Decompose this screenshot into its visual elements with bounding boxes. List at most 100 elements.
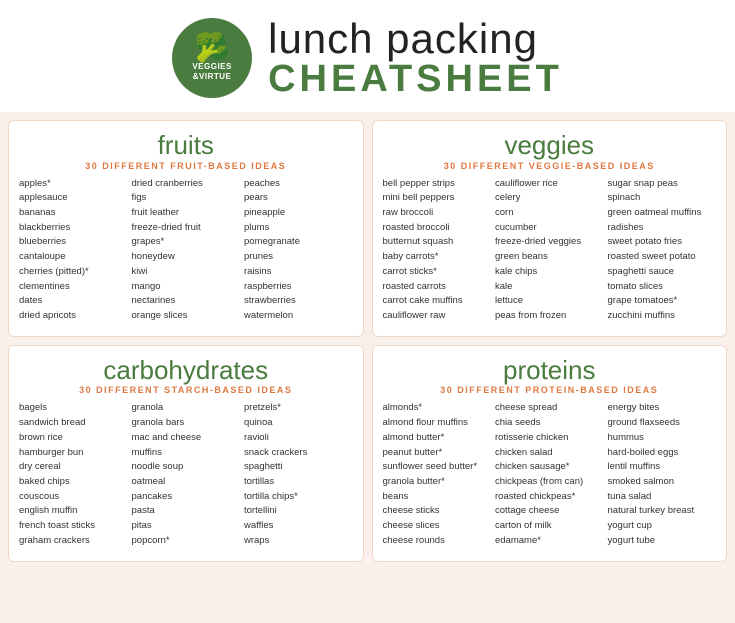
list-item: oatmeal bbox=[132, 475, 166, 490]
list-item: ravioli bbox=[244, 431, 269, 446]
carbs-col2: granolagranola barsmac and cheesemuffins… bbox=[132, 401, 241, 548]
list-item: hamburger bun bbox=[19, 446, 83, 461]
list-item: raw broccoli bbox=[383, 206, 434, 221]
list-item: mango bbox=[132, 280, 161, 295]
list-item: raisins bbox=[244, 265, 271, 280]
list-item: ground flaxseeds bbox=[608, 416, 680, 431]
list-item: chicken sausage* bbox=[495, 460, 569, 475]
list-item: figs bbox=[132, 191, 147, 206]
list-item: baked chips bbox=[19, 475, 70, 490]
list-item: granola bars bbox=[132, 416, 185, 431]
list-item: cottage cheese bbox=[495, 504, 559, 519]
header-cheatsheet-label: CHEATSHEET bbox=[268, 60, 563, 98]
list-item: watermelon bbox=[244, 309, 293, 324]
list-item: peaches bbox=[244, 177, 280, 192]
list-item: plums bbox=[244, 221, 269, 236]
list-item: french toast sticks bbox=[19, 519, 95, 534]
proteins-col1: almonds*almond flour muffinsalmond butte… bbox=[383, 401, 492, 548]
list-item: roasted broccoli bbox=[383, 221, 450, 236]
list-item: grapes* bbox=[132, 235, 165, 250]
list-item: spinach bbox=[608, 191, 641, 206]
list-item: chickpeas (from can) bbox=[495, 475, 583, 490]
veggies-subtitle: 30 DIFFERENT VEGGIE-BASED IDEAS bbox=[383, 161, 717, 171]
list-item: energy bites bbox=[608, 401, 660, 416]
list-item: tortillas bbox=[244, 475, 274, 490]
list-item: dried cranberries bbox=[132, 177, 203, 192]
fruits-columns: apples*applesaucebananasblackberriesblue… bbox=[19, 177, 353, 324]
fruits-title: fruits bbox=[19, 131, 353, 160]
logo-tree-icon: 🥦 bbox=[195, 34, 230, 62]
list-item: green oatmeal muffins bbox=[608, 206, 702, 221]
list-item: orange slices bbox=[132, 309, 188, 324]
list-item: carrot sticks* bbox=[383, 265, 437, 280]
header-lunch-label: lunch packing bbox=[268, 18, 538, 60]
list-item: chia seeds bbox=[495, 416, 540, 431]
list-item: carrot cake muffins bbox=[383, 294, 463, 309]
list-item: spaghetti sauce bbox=[608, 265, 675, 280]
list-item: muffins bbox=[132, 446, 162, 461]
list-item: sunflower seed butter* bbox=[383, 460, 478, 475]
list-item: pancakes bbox=[132, 490, 173, 505]
veggies-card: veggies 30 DIFFERENT VEGGIE-BASED IDEAS … bbox=[372, 120, 728, 337]
list-item: hard-boiled eggs bbox=[608, 446, 679, 461]
list-item: cheese rounds bbox=[383, 534, 445, 549]
list-item: cucumber bbox=[495, 221, 537, 236]
list-item: fruit leather bbox=[132, 206, 180, 221]
logo: 🥦 VEGGIES&VIRTUE bbox=[172, 18, 252, 98]
list-item: almond flour muffins bbox=[383, 416, 468, 431]
list-item: roasted chickpeas* bbox=[495, 490, 575, 505]
list-item: sugar snap peas bbox=[608, 177, 678, 192]
proteins-col3: energy bitesground flaxseedshummushard-b… bbox=[608, 401, 717, 548]
list-item: prunes bbox=[244, 250, 273, 265]
list-item: almond butter* bbox=[383, 431, 445, 446]
proteins-col2: cheese spreadchia seedsrotisserie chicke… bbox=[495, 401, 604, 548]
list-item: lettuce bbox=[495, 294, 523, 309]
list-item: celery bbox=[495, 191, 520, 206]
proteins-title: proteins bbox=[383, 356, 717, 385]
list-item: beans bbox=[383, 490, 409, 505]
list-item: bell pepper strips bbox=[383, 177, 455, 192]
list-item: cheese slices bbox=[383, 519, 440, 534]
list-item: butternut squash bbox=[383, 235, 454, 250]
list-item: pears bbox=[244, 191, 268, 206]
list-item: roasted carrots bbox=[383, 280, 446, 295]
list-item: tortilla chips* bbox=[244, 490, 298, 505]
list-item: cheese sticks bbox=[383, 504, 440, 519]
list-item: almonds* bbox=[383, 401, 423, 416]
list-item: yogurt tube bbox=[608, 534, 656, 549]
carbs-col1: bagelssandwich breadbrown ricehamburger … bbox=[19, 401, 128, 548]
fruits-card: fruits 30 DIFFERENT FRUIT-BASED IDEAS ap… bbox=[8, 120, 364, 337]
list-item: corn bbox=[495, 206, 513, 221]
list-item: cauliflower rice bbox=[495, 177, 558, 192]
list-item: couscous bbox=[19, 490, 59, 505]
veggies-title: veggies bbox=[383, 131, 717, 160]
list-item: sandwich bread bbox=[19, 416, 86, 431]
list-item: cauliflower raw bbox=[383, 309, 446, 324]
list-item: blackberries bbox=[19, 221, 70, 236]
list-item: edamame* bbox=[495, 534, 541, 549]
list-item: pomegranate bbox=[244, 235, 300, 250]
proteins-subtitle: 30 DIFFERENT PROTEIN-BASED IDEAS bbox=[383, 385, 717, 395]
list-item: clementines bbox=[19, 280, 70, 295]
list-item: yogurt cup bbox=[608, 519, 652, 534]
list-item: sweet potato fries bbox=[608, 235, 682, 250]
list-item: peas from frozen bbox=[495, 309, 566, 324]
list-item: mini bell peppers bbox=[383, 191, 455, 206]
list-item: hummus bbox=[608, 431, 644, 446]
list-item: blueberries bbox=[19, 235, 66, 250]
main-grid: fruits 30 DIFFERENT FRUIT-BASED IDEAS ap… bbox=[0, 112, 735, 570]
list-item: peanut butter* bbox=[383, 446, 443, 461]
list-item: dates bbox=[19, 294, 42, 309]
list-item: radishes bbox=[608, 221, 644, 236]
list-item: applesauce bbox=[19, 191, 68, 206]
list-item: dried apricots bbox=[19, 309, 76, 324]
list-item: rotisserie chicken bbox=[495, 431, 568, 446]
list-item: kale chips bbox=[495, 265, 537, 280]
list-item: roasted sweet potato bbox=[608, 250, 696, 265]
list-item: bagels bbox=[19, 401, 47, 416]
list-item: lentil muffins bbox=[608, 460, 661, 475]
list-item: nectarines bbox=[132, 294, 176, 309]
veggies-col1: bell pepper stripsmini bell peppersraw b… bbox=[383, 177, 492, 324]
list-item: natural turkey breast bbox=[608, 504, 695, 519]
veggies-col2: cauliflower ricecelerycorncucumberfreeze… bbox=[495, 177, 604, 324]
